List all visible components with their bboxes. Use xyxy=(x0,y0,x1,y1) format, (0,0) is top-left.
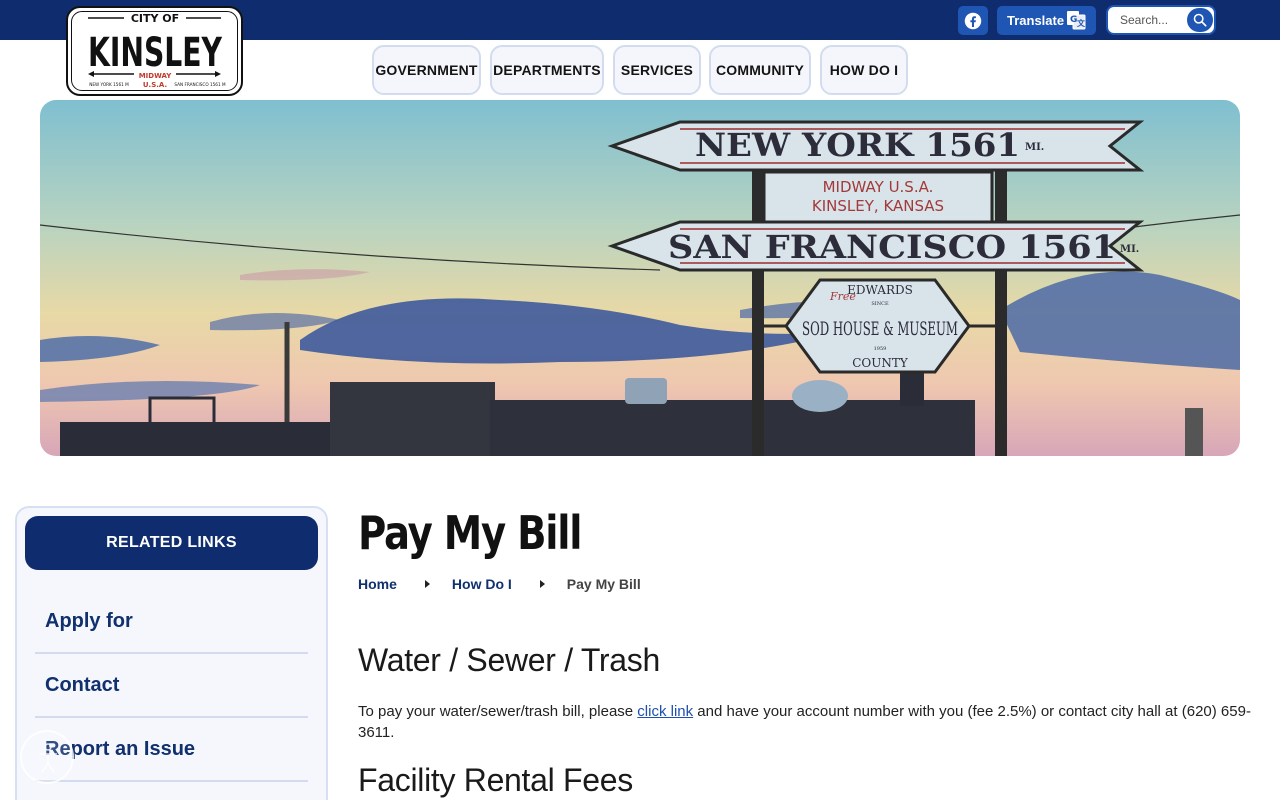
breadcrumb-arrow-icon xyxy=(539,580,545,588)
museum-edwards: EDWARDS xyxy=(847,283,913,297)
breadcrumb-how-do-i[interactable]: How Do I xyxy=(452,576,512,592)
translate-button[interactable]: Translate G 文 xyxy=(997,6,1096,35)
hero-image: NEW YORK 1561 MI. MIDWAY U.S.A. KINSLEY,… xyxy=(40,100,1240,456)
logo-midway: MIDWAY xyxy=(139,72,173,80)
sidebar-link-contact[interactable]: Contact xyxy=(35,654,308,718)
city-logo[interactable]: CITY OF KINSLEY MIDWAY U.S.A. NEW YORK 1… xyxy=(66,6,243,96)
sign-san-francisco: SAN FRANCISCO 1561 xyxy=(668,228,1116,266)
nav-community[interactable]: COMMUNITY xyxy=(709,45,811,95)
logo-city-of: CITY OF xyxy=(131,12,179,25)
related-links-header: RELATED LINKS xyxy=(25,516,318,570)
related-links-title: RELATED LINKS xyxy=(106,534,237,551)
sidebar-link-label: Apply for xyxy=(45,609,133,632)
sign-midway: MIDWAY U.S.A. xyxy=(823,178,934,196)
section-heading-water-sewer-trash: Water / Sewer / Trash xyxy=(358,642,660,678)
logo-kinsley: KINSLEY xyxy=(88,30,223,76)
breadcrumb-arrow-icon xyxy=(424,580,430,588)
svg-text:文: 文 xyxy=(1077,18,1086,28)
sign-kinsley: KINSLEY, KANSAS xyxy=(812,197,944,215)
accessibility-icon xyxy=(39,743,57,773)
nav-label: SERVICES xyxy=(620,62,694,78)
nav-how-do-i[interactable]: HOW DO I xyxy=(820,45,908,95)
nav-label: DEPARTMENTS xyxy=(493,62,601,78)
hero-banner: NEW YORK 1561 MI. MIDWAY U.S.A. KINSLEY,… xyxy=(40,100,1240,456)
page-title: Pay My Bill xyxy=(358,506,582,560)
sidebar-link-label: Contact xyxy=(45,673,120,696)
sign-new-york: NEW YORK 1561 xyxy=(695,126,1020,164)
search-input[interactable] xyxy=(1120,13,1186,27)
logo-graphic: CITY OF KINSLEY MIDWAY U.S.A. NEW YORK 1… xyxy=(88,12,226,89)
sidebar-link-apply-for[interactable]: Apply for xyxy=(35,590,308,654)
nav-departments[interactable]: DEPARTMENTS xyxy=(490,45,604,95)
nav-label: GOVERNMENT xyxy=(375,62,478,78)
museum-since: SINCE xyxy=(871,301,889,307)
sign-new-york-unit: MI. xyxy=(1025,142,1044,153)
search-icon xyxy=(1193,13,1207,27)
facebook-button[interactable] xyxy=(958,6,988,35)
museum-year: 1959 xyxy=(874,346,887,352)
nav-government[interactable]: GOVERNMENT xyxy=(372,45,481,95)
breadcrumb-current: Pay My Bill xyxy=(566,576,641,592)
search-button[interactable] xyxy=(1187,8,1213,32)
accessibility-button[interactable] xyxy=(20,730,74,784)
pay-bill-link[interactable]: click link xyxy=(637,703,693,720)
section-heading-facility-rental-fees: Facility Rental Fees xyxy=(358,762,633,798)
translate-label: Translate xyxy=(1007,13,1065,28)
museum-main: SOD HOUSE & MUSEUM xyxy=(802,318,958,340)
nav-label: COMMUNITY xyxy=(715,62,805,78)
breadcrumb: Home How Do I Pay My Bill xyxy=(358,576,641,592)
search-box xyxy=(1106,5,1216,35)
museum-county: COUNTY xyxy=(852,356,909,370)
breadcrumb-home[interactable]: Home xyxy=(358,576,397,592)
sidebar-link-report-an-issue[interactable]: Report an Issue xyxy=(35,718,308,782)
sign-san-francisco-unit: MI. xyxy=(1120,244,1139,255)
logo-usa: U.S.A. xyxy=(143,81,167,89)
logo-left-caption: NEW YORK 1561 M xyxy=(89,82,129,87)
nav-services[interactable]: SERVICES xyxy=(613,45,701,95)
facebook-icon xyxy=(964,12,982,29)
google-translate-icon: G 文 xyxy=(1067,11,1086,30)
logo-right-caption: SAN FRANCISCO 1561 M xyxy=(174,82,226,87)
nav-label: HOW DO I xyxy=(829,62,899,78)
paragraph-text: To pay your water/sewer/trash bill, plea… xyxy=(358,703,638,720)
water-bill-paragraph: To pay your water/sewer/trash bill, plea… xyxy=(358,701,1270,743)
